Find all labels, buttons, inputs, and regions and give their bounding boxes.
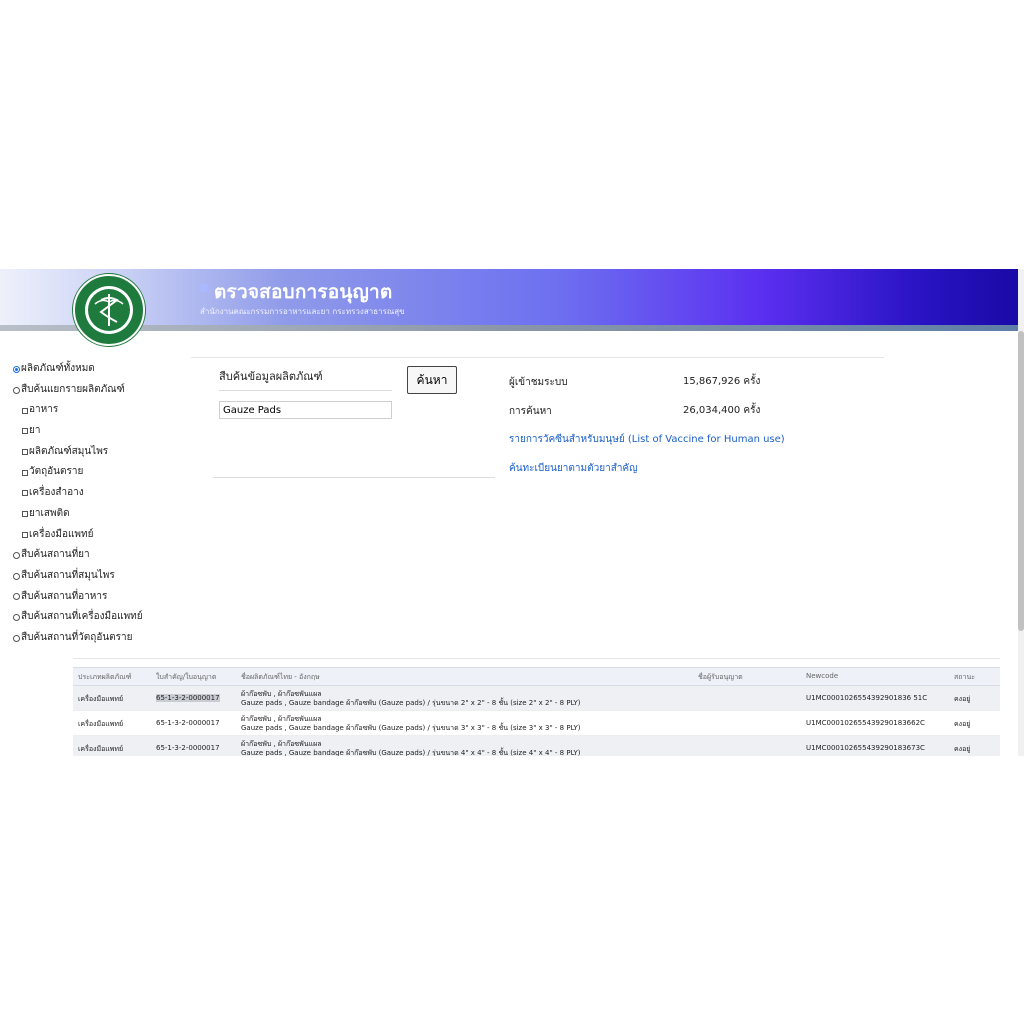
- scrollbar-thumb[interactable]: [1018, 331, 1024, 631]
- radio-button[interactable]: [13, 593, 20, 601]
- sidebar-item-label: สืบค้นสถานที่วัตถุอันตราย: [21, 631, 133, 643]
- sidebar-item[interactable]: ยาเสพติด: [13, 504, 143, 525]
- sidebar-item-label: สืบค้นสถานที่เครื่องมือแพทย์: [21, 611, 143, 623]
- radio-button[interactable]: [13, 614, 20, 622]
- search-bottom-divider: [213, 477, 495, 478]
- header-banner: ตรวจสอบการอนุญาต สำนักงานคณะกรรมการอาหาร…: [0, 269, 1018, 325]
- sidebar-item-label: ยาเสพติด: [29, 507, 70, 519]
- cell-license: 65-1-3-2-0000017: [156, 719, 220, 727]
- table-row[interactable]: เครื่องมือแพทย์ 65-1-3-2-0000017 ผ้าก๊อซพั…: [73, 686, 1000, 711]
- sidebar-item-label: วัตถุอันตราย: [29, 466, 84, 478]
- header-divider: [0, 325, 1018, 331]
- sidebar-item-label: อาหาร: [29, 404, 59, 416]
- cell-product-type: เครื่องมือแพทย์: [78, 720, 124, 728]
- sidebar-item[interactable]: ผลิตภัณฑ์ทั้งหมด: [13, 359, 143, 380]
- sidebar-item[interactable]: ผลิตภัณฑ์สมุนไพร: [13, 442, 143, 463]
- table-top-divider: [73, 658, 1000, 659]
- header-product-name: ชื่อผลิตภัณฑ์ไทย - อังกฤษ: [241, 673, 320, 681]
- checkbox[interactable]: [22, 469, 28, 476]
- sidebar-item-label: ยา: [29, 425, 41, 437]
- radio-button[interactable]: [13, 634, 20, 642]
- cell-name-en: Gauze pads , Gauze bandage ผ้าก๊อซพับ (G…: [241, 724, 581, 732]
- cell-name-en: Gauze pads , Gauze bandage ผ้าก๊อซพับ (G…: [241, 749, 581, 756]
- header-licensee: ชื่อผู้รับอนุญาต: [698, 673, 743, 681]
- cell-status: คงอยู่: [954, 695, 971, 703]
- sidebar-item-label: สืบค้นสถานที่อาหาร: [21, 590, 108, 602]
- checkbox[interactable]: [22, 490, 28, 497]
- drug-ingredient-search-link[interactable]: ค้นทะเบียนยาตามตัวยาสำคัญ: [509, 461, 638, 476]
- title-bullet-icon: [199, 283, 209, 293]
- cell-license: 65-1-3-2-0000017: [156, 694, 220, 702]
- page-viewport: ตรวจสอบการอนุญาต สำนักงานคณะกรรมการอาหาร…: [0, 269, 1024, 756]
- sidebar-item[interactable]: ยา: [13, 421, 143, 442]
- table-body: เครื่องมือแพทย์ 65-1-3-2-0000017 ผ้าก๊อซพั…: [73, 686, 1000, 756]
- results-table: ประเภทผลิตภัณฑ์ ใบสำคัญ/ใบอนุญาต ชื่อผลิ…: [73, 667, 1000, 756]
- sidebar-item[interactable]: เครื่องมือแพทย์: [13, 525, 143, 546]
- vaccine-list-link[interactable]: รายการวัคซีนสำหรับมนุษย์ (List of Vaccin…: [509, 432, 785, 447]
- ministry-logo-icon: [73, 274, 145, 346]
- visitors-label: ผู้เข้าชมระบบ: [509, 377, 568, 388]
- sidebar-item[interactable]: สืบค้นสถานที่เครื่องมือแพทย์: [13, 607, 143, 628]
- cell-product-type: เครื่องมือแพทย์: [78, 745, 124, 753]
- radio-button[interactable]: [13, 386, 20, 394]
- table-header-row: ประเภทผลิตภัณฑ์ ใบสำคัญ/ใบอนุญาต ชื่อผลิ…: [73, 667, 1000, 686]
- sidebar-item-label: เครื่องมือแพทย์: [29, 528, 94, 540]
- cell-product-type: เครื่องมือแพทย์: [78, 695, 124, 703]
- search-top-divider: [191, 357, 884, 358]
- checkbox[interactable]: [22, 428, 28, 435]
- sidebar-item-label: สืบค้นแยกรายผลิตภัณฑ์: [21, 383, 125, 395]
- sidebar-item[interactable]: วัตถุอันตราย: [13, 462, 143, 483]
- table-row[interactable]: เครื่องมือแพทย์ 65-1-3-2-0000017 ผ้าก๊อซพั…: [73, 711, 1000, 736]
- page-scrollbar[interactable]: [1018, 269, 1024, 756]
- sidebar-item[interactable]: เครื่องสำอาง: [13, 483, 143, 504]
- checkbox[interactable]: [22, 511, 28, 518]
- cell-status: คงอยู่: [954, 745, 971, 753]
- sidebar-item-label: ผลิตภัณฑ์สมุนไพร: [29, 445, 109, 457]
- sidebar-item-label: สืบค้นสถานที่ยา: [21, 549, 90, 561]
- cell-status: คงอยู่: [954, 720, 971, 728]
- cell-newcode: U1MC000102655439290183673C: [806, 744, 925, 752]
- sidebar-item-label: ผลิตภัณฑ์ทั้งหมด: [21, 363, 95, 374]
- checkbox[interactable]: [22, 407, 28, 414]
- search-label: สืบค้นข้อมูลผลิตภัณฑ์: [219, 370, 323, 383]
- sidebar-item[interactable]: อาหาร: [13, 400, 143, 421]
- sidebar-item[interactable]: สืบค้นแยกรายผลิตภัณฑ์: [13, 380, 143, 401]
- searches-label: การค้นหา: [509, 406, 552, 417]
- sidebar-item-label: สืบค้นสถานที่สมุนไพร: [21, 569, 115, 581]
- cell-license: 65-1-3-2-0000017: [156, 744, 220, 752]
- search-type-nav: ผลิตภัณฑ์ทั้งหมดสืบค้นแยกรายผลิตภัณฑ์อาห…: [13, 359, 143, 649]
- sidebar-item[interactable]: สืบค้นสถานที่อาหาร: [13, 587, 143, 608]
- sidebar-item-label: เครื่องสำอาง: [29, 487, 84, 499]
- checkbox[interactable]: [22, 531, 28, 538]
- cell-newcode: U1MC000102655439290183662C: [806, 719, 925, 727]
- radio-button[interactable]: [13, 552, 20, 560]
- search-label-divider: [219, 390, 392, 391]
- searches-count: 26,034,400 ครั้ง: [683, 405, 761, 416]
- table-row[interactable]: เครื่องมือแพทย์ 65-1-3-2-0000017 ผ้าก๊อซพั…: [73, 736, 1000, 756]
- header-status: สถานะ: [954, 673, 975, 681]
- sidebar-item[interactable]: สืบค้นสถานที่สมุนไพร: [13, 566, 143, 587]
- radio-button[interactable]: [13, 572, 20, 580]
- product-search-input[interactable]: [219, 401, 392, 419]
- visitors-count: 15,867,926 ครั้ง: [683, 376, 761, 387]
- sidebar-item[interactable]: สืบค้นสถานที่ยา: [13, 545, 143, 566]
- cell-newcode: U1MC0001026554392901836 51C: [806, 694, 928, 702]
- header-license: ใบสำคัญ/ใบอนุญาต: [156, 673, 217, 681]
- cell-name-en: Gauze pads , Gauze bandage ผ้าก๊อซพับ (G…: [241, 699, 581, 707]
- search-button[interactable]: ค้นหา: [407, 366, 457, 394]
- radio-button[interactable]: [13, 365, 20, 373]
- checkbox[interactable]: [22, 449, 28, 456]
- header-product-type: ประเภทผลิตภัณฑ์: [78, 673, 132, 681]
- header-newcode: Newcode: [806, 672, 839, 680]
- page-subtitle: สำนักงานคณะกรรมการอาหารและยา กระทรวงสาธา…: [200, 307, 405, 316]
- page-title: ตรวจสอบการอนุญาต: [214, 281, 393, 303]
- sidebar-item[interactable]: สืบค้นสถานที่วัตถุอันตราย: [13, 628, 143, 649]
